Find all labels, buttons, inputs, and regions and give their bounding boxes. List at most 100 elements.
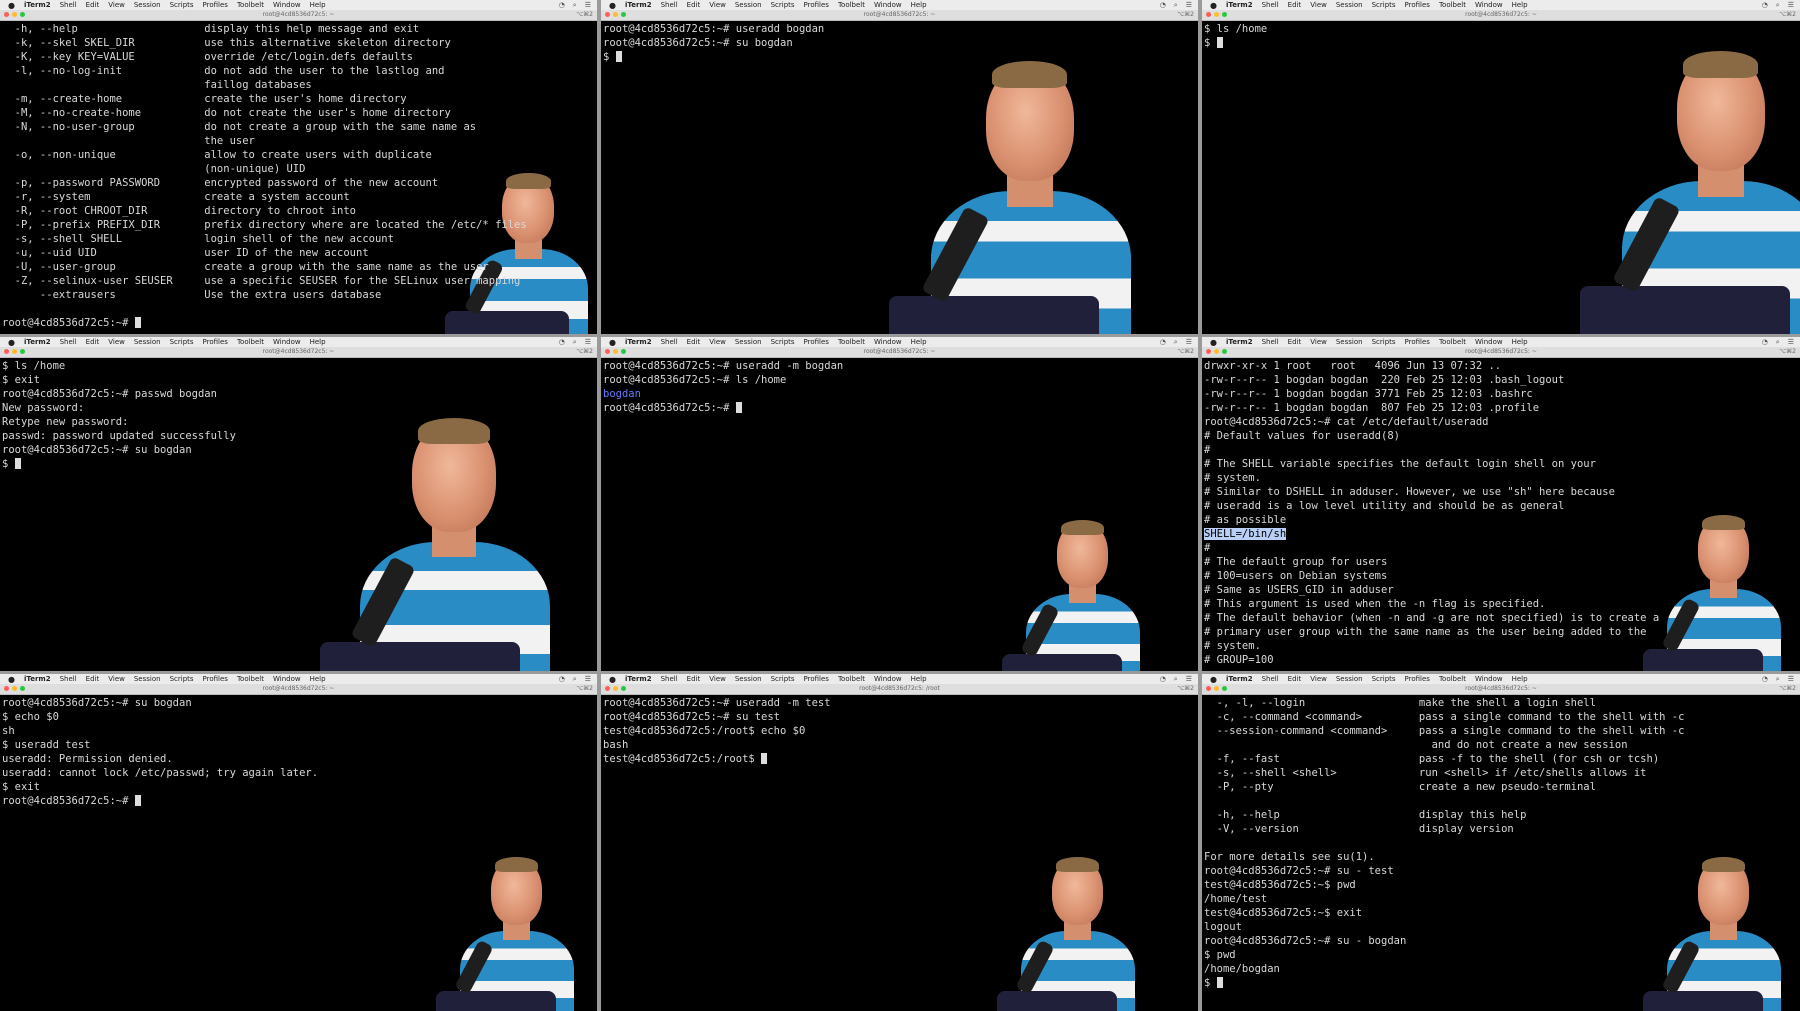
menubar-app-name[interactable]: iTerm2 [24, 1, 51, 9]
menu-item-view[interactable]: View [108, 675, 125, 683]
menu-item-shell[interactable]: Shell [1262, 675, 1279, 683]
menu-item-session[interactable]: Session [1336, 1, 1363, 9]
minimize-button[interactable] [613, 12, 618, 17]
apple-icon[interactable]: ● [609, 675, 616, 684]
list-icon[interactable]: ☰ [585, 338, 591, 347]
zoom-button[interactable] [20, 12, 25, 17]
terminal-output[interactable]: $ ls /home $ exit root@4cd8536d72c5:~# pas… [2, 359, 595, 671]
menu-item-edit[interactable]: Edit [86, 338, 100, 346]
menu-item-view[interactable]: View [1310, 675, 1327, 683]
terminal-output[interactable]: -h, --help display this help message and… [2, 22, 595, 334]
menubar-app-name[interactable]: iTerm2 [1226, 675, 1253, 683]
wifi-icon[interactable]: ◔ [1160, 1, 1166, 10]
minimize-button[interactable] [1214, 686, 1219, 691]
minimize-button[interactable] [12, 12, 17, 17]
menu-item-session[interactable]: Session [735, 338, 762, 346]
zoom-button[interactable] [1222, 686, 1227, 691]
search-icon[interactable]: ⌕ [573, 338, 577, 347]
close-button[interactable] [605, 686, 610, 691]
menu-item-scripts[interactable]: Scripts [170, 1, 194, 9]
close-button[interactable] [605, 12, 610, 17]
menu-item-scripts[interactable]: Scripts [170, 675, 194, 683]
menubar-app-name[interactable]: iTerm2 [625, 675, 652, 683]
menu-item-scripts[interactable]: Scripts [170, 338, 194, 346]
menu-item-shell[interactable]: Shell [1262, 338, 1279, 346]
apple-icon[interactable]: ● [8, 1, 15, 10]
menu-item-view[interactable]: View [108, 1, 125, 9]
menu-item-help[interactable]: Help [1512, 675, 1528, 683]
zoom-button[interactable] [1222, 12, 1227, 17]
menubar-app-name[interactable]: iTerm2 [625, 338, 652, 346]
close-button[interactable] [4, 12, 9, 17]
menu-item-window[interactable]: Window [1475, 1, 1503, 9]
menu-item-shell[interactable]: Shell [661, 338, 678, 346]
menubar-app-name[interactable]: iTerm2 [1226, 338, 1253, 346]
list-icon[interactable]: ☰ [585, 1, 591, 10]
menu-item-toolbelt[interactable]: Toolbelt [838, 338, 865, 346]
wifi-icon[interactable]: ◔ [1160, 338, 1166, 347]
menu-item-edit[interactable]: Edit [687, 675, 701, 683]
menu-item-view[interactable]: View [1310, 338, 1327, 346]
minimize-button[interactable] [12, 349, 17, 354]
wifi-icon[interactable]: ◔ [1762, 1, 1768, 10]
search-icon[interactable]: ⌕ [1174, 1, 1178, 10]
menu-item-scripts[interactable]: Scripts [1372, 338, 1396, 346]
menu-item-toolbelt[interactable]: Toolbelt [1439, 675, 1466, 683]
menu-item-session[interactable]: Session [735, 1, 762, 9]
search-icon[interactable]: ⌕ [1174, 338, 1178, 347]
menu-item-session[interactable]: Session [134, 1, 161, 9]
menu-item-profiles[interactable]: Profiles [203, 338, 228, 346]
menu-item-session[interactable]: Session [1336, 338, 1363, 346]
terminal-output[interactable]: -, -l, --login make the shell a login sh… [1204, 696, 1798, 1011]
menu-item-help[interactable]: Help [310, 1, 326, 9]
search-icon[interactable]: ⌕ [1776, 338, 1780, 347]
apple-icon[interactable]: ● [609, 1, 616, 10]
close-button[interactable] [4, 686, 9, 691]
menu-item-help[interactable]: Help [1512, 1, 1528, 9]
menubar-app-name[interactable]: iTerm2 [625, 1, 652, 9]
menu-item-window[interactable]: Window [874, 1, 902, 9]
menu-item-profiles[interactable]: Profiles [203, 675, 228, 683]
zoom-button[interactable] [621, 12, 626, 17]
list-icon[interactable]: ☰ [585, 675, 591, 684]
menu-item-window[interactable]: Window [874, 338, 902, 346]
search-icon[interactable]: ⌕ [573, 1, 577, 10]
menu-item-profiles[interactable]: Profiles [203, 1, 228, 9]
menu-item-toolbelt[interactable]: Toolbelt [237, 1, 264, 9]
close-button[interactable] [1206, 12, 1211, 17]
menu-item-profiles[interactable]: Profiles [1405, 675, 1430, 683]
menu-item-edit[interactable]: Edit [687, 338, 701, 346]
menu-item-edit[interactable]: Edit [1288, 675, 1302, 683]
menu-item-shell[interactable]: Shell [60, 675, 77, 683]
minimize-button[interactable] [1214, 349, 1219, 354]
menu-item-scripts[interactable]: Scripts [771, 338, 795, 346]
menu-item-shell[interactable]: Shell [1262, 1, 1279, 9]
menu-item-window[interactable]: Window [273, 1, 301, 9]
menu-item-view[interactable]: View [108, 338, 125, 346]
list-icon[interactable]: ☰ [1788, 338, 1794, 347]
menu-item-shell[interactable]: Shell [60, 1, 77, 9]
zoom-button[interactable] [621, 349, 626, 354]
zoom-button[interactable] [20, 686, 25, 691]
menu-item-view[interactable]: View [1310, 1, 1327, 9]
menu-item-help[interactable]: Help [310, 675, 326, 683]
menu-item-edit[interactable]: Edit [86, 675, 100, 683]
menu-item-help[interactable]: Help [1512, 338, 1528, 346]
menu-item-scripts[interactable]: Scripts [771, 675, 795, 683]
menu-item-edit[interactable]: Edit [1288, 338, 1302, 346]
menu-item-window[interactable]: Window [1475, 675, 1503, 683]
list-icon[interactable]: ☰ [1788, 675, 1794, 684]
terminal-output[interactable]: $ ls /home $ [1204, 22, 1798, 334]
menu-item-toolbelt[interactable]: Toolbelt [1439, 1, 1466, 9]
menu-item-profiles[interactable]: Profiles [804, 1, 829, 9]
menu-item-session[interactable]: Session [134, 675, 161, 683]
menu-item-session[interactable]: Session [1336, 675, 1363, 683]
menu-item-profiles[interactable]: Profiles [1405, 338, 1430, 346]
list-icon[interactable]: ☰ [1788, 1, 1794, 10]
close-button[interactable] [605, 349, 610, 354]
menubar-app-name[interactable]: iTerm2 [24, 675, 51, 683]
search-icon[interactable]: ⌕ [1776, 1, 1780, 10]
apple-icon[interactable]: ● [8, 675, 15, 684]
list-icon[interactable]: ☰ [1186, 338, 1192, 347]
menu-item-shell[interactable]: Shell [60, 338, 77, 346]
